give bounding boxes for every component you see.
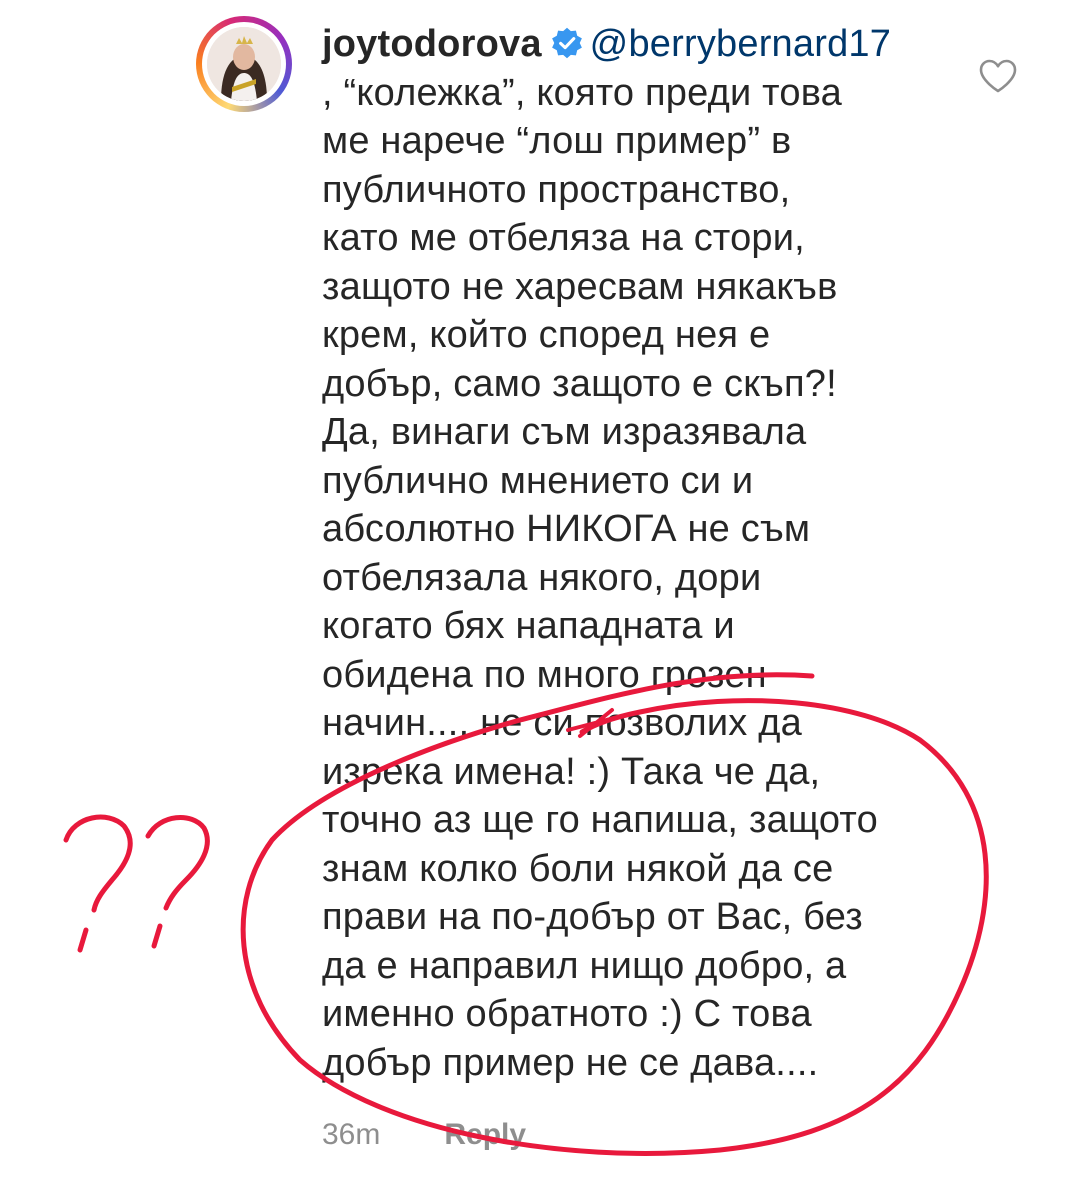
comment-line: знам колко боли някой да се: [322, 847, 834, 890]
question-marks-annotation: [63, 814, 210, 953]
comment-line: обидена по много грозен: [322, 653, 767, 696]
comment-line: добър, само защото е скъп?!: [322, 362, 837, 405]
comment-line: абсолютно НИКОГА не съм: [322, 508, 811, 550]
comment-line: когато бях нападната и: [322, 605, 735, 647]
comment-line: да е направил нищо добро, а: [322, 944, 847, 987]
comment-line: ме нарече “лош пример” в: [322, 120, 792, 162]
comment-line: прави на по-добър от Вас, без: [322, 896, 863, 938]
avatar-photo: [207, 27, 281, 101]
comment-line: отбелязала някого, дори: [322, 556, 762, 599]
comment-line: публичното пространство,: [322, 168, 791, 211]
comment-line: крем, който според нея е: [322, 314, 771, 356]
verified-badge-icon: [551, 27, 582, 59]
comment-line: изрека имена! :) Така че да,: [322, 750, 821, 793]
comment-item: joytodorova @berrybernard17 , “колежка”, …: [0, 0, 1080, 1188]
username-link[interactable]: joytodorova: [322, 23, 542, 65]
comment-line: публично мнението си и: [322, 459, 754, 502]
comment-line: именно обратното :) С това: [322, 993, 812, 1035]
comment-text: joytodorova @berrybernard17 , “колежка”, …: [322, 20, 962, 1087]
comment-line: защото не харесвам някакъв: [322, 265, 838, 308]
mention-link[interactable]: @berrybernard17: [590, 23, 891, 65]
comment-line: добър пример не се дава....: [322, 1041, 819, 1084]
comment-timestamp: 36m: [322, 1118, 381, 1151]
avatar[interactable]: [196, 16, 292, 112]
comment-meta: 36m Reply: [322, 1118, 526, 1152]
comment-line: точно аз ще го напиша, защото: [322, 799, 878, 841]
comment-line: Да, винаги съм изразявала: [322, 411, 807, 453]
heart-outline-icon[interactable]: [978, 58, 1018, 94]
comment-line: начин.... не си позволих да: [322, 702, 802, 744]
comment-line: като ме отбеляза на стори,: [322, 217, 805, 259]
comment-line: , “колежка”, която преди това: [322, 71, 842, 114]
reply-button[interactable]: Reply: [444, 1118, 526, 1151]
